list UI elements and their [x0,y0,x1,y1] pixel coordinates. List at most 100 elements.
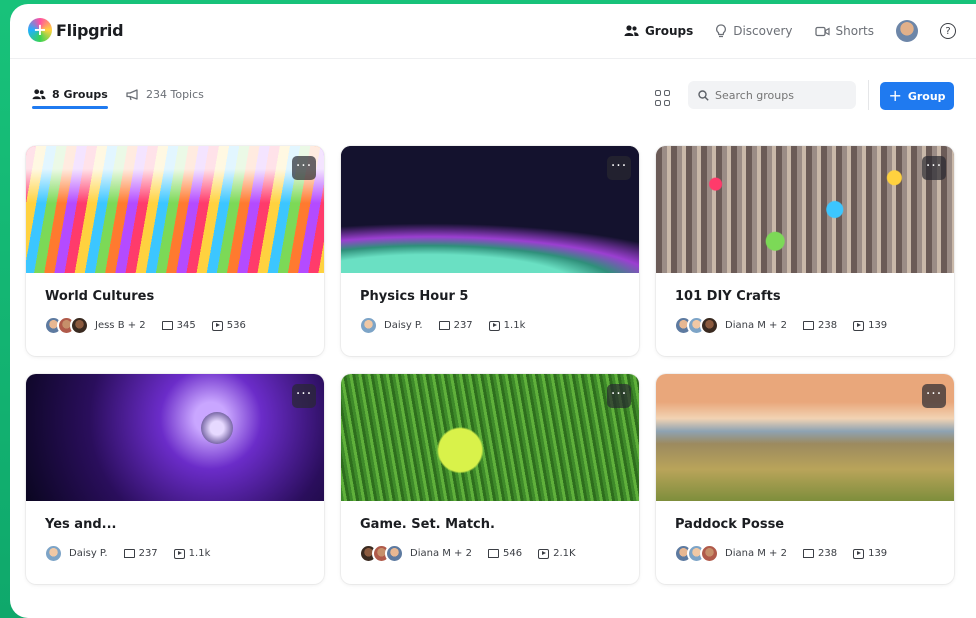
grid-view-icon[interactable] [655,90,671,106]
group-card[interactable]: ··· 101 DIY Crafts Diana M + 2 238 139 [656,146,954,356]
group-thumbnail [341,374,639,501]
videos-count: 139 [853,320,887,331]
help-icon[interactable]: ? [940,23,956,39]
group-title: Yes and... [45,517,117,532]
group-members: Diana M + 2 [410,548,472,559]
video-camera-icon [814,26,830,36]
group-card[interactable]: ··· Physics Hour 5 Daisy P. 237 1.1k [341,146,639,356]
megaphone-icon [438,321,450,330]
lightbulb-icon [716,24,727,38]
plus-icon: + [888,86,902,105]
videos-count: 139 [853,548,887,559]
group-meta: Diana M + 2 546 2.1K [359,544,576,563]
flipgrid-logo[interactable]: + Flipgrid [28,18,124,42]
nav-links: Groups Discovery Shorts ? [624,20,956,42]
member-avatars [359,544,404,563]
search-box[interactable] [688,81,856,109]
group-thumbnail [26,374,324,501]
flipgrid-logo-icon: + [28,18,52,42]
video-play-icon [488,320,500,331]
nav-groups-label: Groups [644,24,694,38]
avatar [359,316,378,335]
member-avatars [44,544,63,563]
group-card[interactable]: ··· World Cultures Jess B + 2 345 536 [26,146,324,356]
tab-groups[interactable]: 8 Groups [32,88,108,109]
more-options-icon[interactable]: ··· [922,384,946,408]
megaphone-icon [802,321,814,330]
group-card[interactable]: ··· Paddock Posse Diana M + 2 238 139 [656,374,954,584]
group-meta: Daisy P. 237 1.1k [359,316,525,335]
more-options-icon[interactable]: ··· [607,156,631,180]
more-options-icon[interactable]: ··· [292,156,316,180]
toolbar-divider [868,80,869,110]
nav-shorts[interactable]: Shorts [814,24,874,38]
people-icon [32,89,46,100]
people-icon [624,25,639,36]
topics-count: 546 [487,548,522,559]
search-input[interactable] [715,88,845,102]
app-name: Flipgrid [56,20,124,40]
group-card[interactable]: ··· Game. Set. Match. Diana M + 2 546 2.… [341,374,639,584]
group-members: Jess B + 2 [95,320,146,331]
top-nav: + Flipgrid Groups Discovery Shorts ? [10,4,976,59]
avatar [385,544,404,563]
megaphone-icon [802,549,814,558]
group-thumbnail [26,146,324,273]
avatar [700,544,719,563]
topics-count: 238 [802,548,837,559]
video-play-icon [173,548,185,559]
member-avatars [44,316,89,335]
video-play-icon [853,320,865,331]
groups-toolbar: 8 Groups 234 Topics + Group [10,74,976,124]
nav-shorts-label: Shorts [835,24,874,38]
group-title: Game. Set. Match. [360,517,495,532]
more-options-icon[interactable]: ··· [292,384,316,408]
add-group-label: Group [907,89,946,103]
video-play-icon [538,548,550,559]
megaphone-icon [123,549,135,558]
member-avatars [674,316,719,335]
group-meta: Diana M + 2 238 139 [674,316,887,335]
tab-groups-label: 8 Groups [52,88,108,101]
topics-count: 237 [438,320,473,331]
group-meta: Diana M + 2 238 139 [674,544,887,563]
app-window: + Flipgrid Groups Discovery Shorts ? 8 G… [10,4,976,618]
group-title: 101 DIY Crafts [675,289,781,304]
group-meta: Jess B + 2 345 536 [44,316,246,335]
nav-discovery-label: Discovery [733,24,793,38]
more-options-icon[interactable]: ··· [607,384,631,408]
member-avatars [359,316,378,335]
videos-count: 536 [211,320,246,331]
topics-count: 238 [802,320,837,331]
megaphone-icon [161,321,173,330]
avatar [70,316,89,335]
add-group-button[interactable]: + Group [880,82,954,110]
megaphone-icon [487,549,499,558]
group-members: Diana M + 2 [725,320,787,331]
group-thumbnail [341,146,639,273]
group-card[interactable]: ··· Yes and... Daisy P. 237 1.1k [26,374,324,584]
topics-count: 237 [123,548,158,559]
avatar [44,544,63,563]
avatar [700,316,719,335]
group-title: World Cultures [45,289,155,304]
tab-topics-label: 234 Topics [146,88,204,101]
group-thumbnail [656,374,954,501]
megaphone-icon [126,88,138,100]
more-options-icon[interactable]: ··· [922,156,946,180]
search-icon [698,89,709,101]
group-members: Diana M + 2 [725,548,787,559]
group-title: Paddock Posse [675,517,785,532]
video-play-icon [211,320,223,331]
group-members: Daisy P. [384,320,423,331]
nav-discovery[interactable]: Discovery [715,24,793,38]
videos-count: 2.1K [538,548,576,559]
group-title: Physics Hour 5 [360,289,469,304]
group-meta: Daisy P. 237 1.1k [44,544,210,563]
tab-topics[interactable]: 234 Topics [126,88,204,101]
video-play-icon [853,548,865,559]
videos-count: 1.1k [488,320,525,331]
nav-groups[interactable]: Groups [624,24,693,38]
videos-count: 1.1k [173,548,210,559]
user-avatar[interactable] [896,20,918,42]
